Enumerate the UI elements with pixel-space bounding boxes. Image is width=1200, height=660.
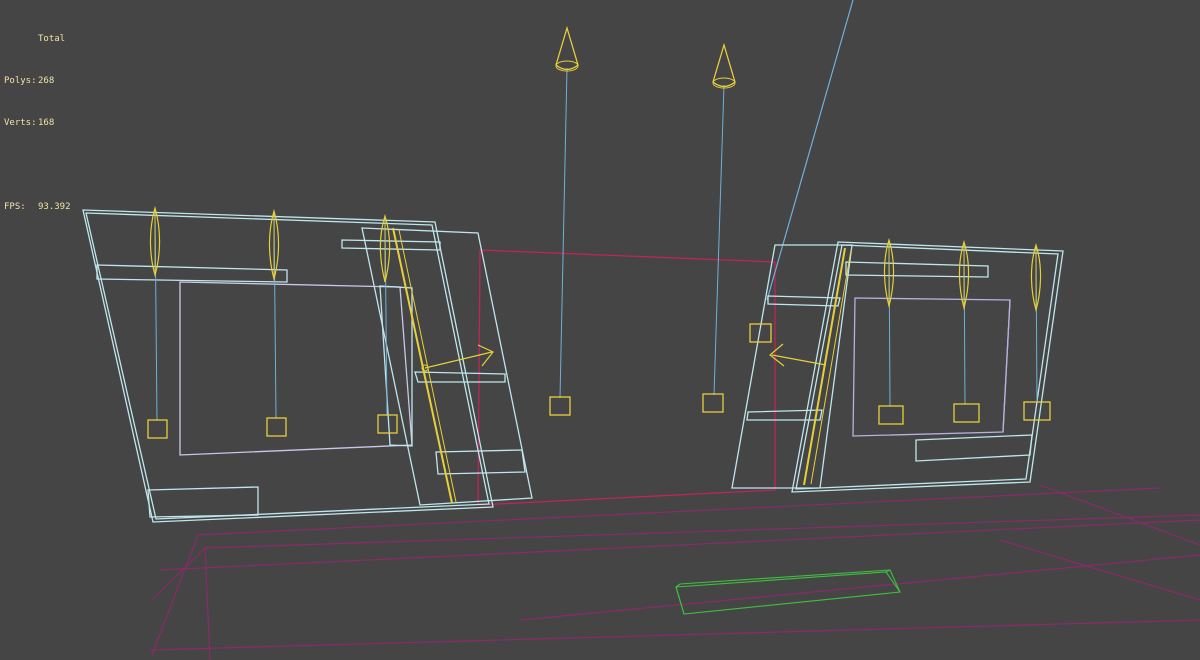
- cone-light-icon[interactable]: [549, 25, 579, 416]
- light-icon[interactable]: [1023, 243, 1051, 421]
- right-spot-lights[interactable]: [878, 238, 1051, 425]
- left-window-frame[interactable]: [82, 209, 533, 523]
- light-icon[interactable]: [953, 240, 980, 423]
- room-floor-wire: [149, 484, 1200, 660]
- 3d-viewport[interactable]: Total Polys:268 Verts:168 FPS: 93.392: [0, 0, 1200, 660]
- left-spot-lights[interactable]: [147, 205, 398, 439]
- room-back-wire: [477, 249, 776, 506]
- right-window-frame[interactable]: [731, 241, 1064, 493]
- selected-floor-box[interactable]: [675, 569, 901, 615]
- scene-wireframe[interactable]: [0, 0, 1200, 660]
- light-icon[interactable]: [147, 205, 168, 439]
- center-cone-lights[interactable]: [549, 25, 736, 416]
- cone-light-icon[interactable]: [702, 42, 736, 413]
- light-icon[interactable]: [878, 238, 904, 425]
- light-icon[interactable]: [266, 208, 287, 437]
